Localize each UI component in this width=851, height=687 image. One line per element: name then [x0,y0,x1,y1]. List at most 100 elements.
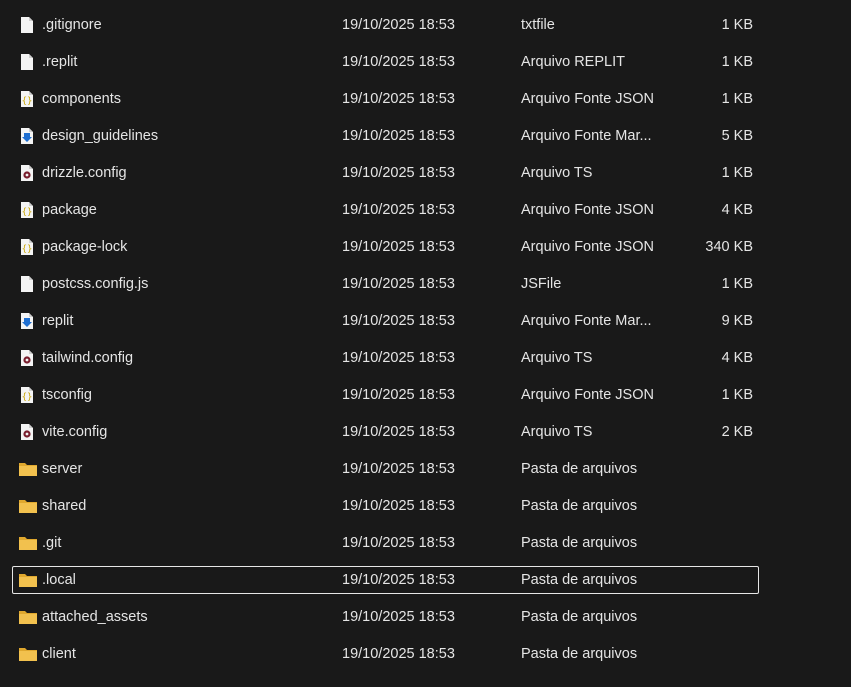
file-type: txtfile [521,17,555,33]
file-date-modified: 19/10/2025 18:53 [342,646,455,662]
file-size [663,493,753,519]
file-date-modified: 19/10/2025 18:53 [342,239,455,255]
file-name: drizzle.config [42,165,127,181]
file-list: .gitignore 19/10/2025 18:53 txtfile 1 KB .re… [0,0,851,687]
file-type: Arquivo TS [521,424,593,440]
file-size: 1 KB [721,387,753,403]
file-row[interactable]: {} components 19/10/2025 18:53 Arquivo Font… [12,85,759,113]
json-file-icon: {} [18,238,36,256]
file-date-modified: 19/10/2025 18:53 [342,313,455,329]
file-type: JSFile [521,276,562,292]
file-size: 9 KB [721,313,753,329]
file-size: 5 KB [721,128,753,144]
json-file-icon: {} [18,386,36,404]
file-size: 4 KB [721,350,753,366]
file-name: attached_assets [42,609,148,625]
file-row[interactable]: {} package 19/10/2025 18:53 Arquivo Fonte J… [12,196,759,224]
file-type: Arquivo Fonte JSON [521,239,654,255]
file-name: .local [42,572,76,588]
folder-icon [18,571,37,589]
folder-icon [18,645,37,663]
svg-text:{}: {} [22,208,33,218]
file-type: Pasta de arquivos [521,461,638,477]
file-name: .gitignore [42,17,102,33]
file-name: replit [42,313,74,329]
file-date-modified: 19/10/2025 18:53 [342,128,455,144]
json-file-icon: {} [18,90,36,108]
file-type: Arquivo TS [521,165,593,181]
svg-text:{}: {} [22,97,33,107]
file-date-modified: 19/10/2025 18:53 [342,17,455,33]
file-name: package [42,202,97,218]
file-date-modified: 19/10/2025 18:53 [342,91,455,107]
folder-icon [18,497,37,515]
ts-file-icon [18,423,36,441]
file-row[interactable]: postcss.config.js 19/10/2025 18:53 JSFile 1… [12,270,759,298]
file-type: Arquivo Fonte Mar... [521,313,652,329]
file-row[interactable]: replit 19/10/2025 18:53 Arquivo Fonte Mar.… [12,307,759,335]
file-size [663,567,753,593]
file-type: Pasta de arquivos [521,572,638,588]
json-file-icon: {} [18,201,36,219]
file-date-modified: 19/10/2025 18:53 [342,609,455,625]
file-date-modified: 19/10/2025 18:53 [342,350,455,366]
file-date-modified: 19/10/2025 18:53 [342,202,455,218]
file-size: 1 KB [721,91,753,107]
file-date-modified: 19/10/2025 18:53 [342,276,455,292]
file-row[interactable]: drizzle.config 19/10/2025 18:53 Arquivo TS… [12,159,759,187]
file-size: 2 KB [721,424,753,440]
file-name: package-lock [42,239,128,255]
file-size [663,641,753,667]
file-name: design_guidelines [42,128,159,144]
file-date-modified: 19/10/2025 18:53 [342,387,455,403]
file-type: Arquivo TS [521,350,593,366]
file-type: Pasta de arquivos [521,498,638,514]
folder-icon [18,534,37,552]
file-date-modified: 19/10/2025 18:53 [342,461,455,477]
file-size: 1 KB [721,17,753,33]
file-date-modified: 19/10/2025 18:53 [342,424,455,440]
svg-text:{}: {} [22,245,33,255]
folder-icon [18,608,37,626]
file-name: .git [42,535,62,551]
file-row[interactable]: .gitignore 19/10/2025 18:53 txtfile 1 KB [12,11,759,39]
file-size [663,530,753,556]
ts-file-icon [18,349,36,367]
file-row[interactable]: server 19/10/2025 18:53 Pasta de arquivos [12,455,759,483]
file-name: vite.config [42,424,108,440]
generic-file-icon [18,275,36,293]
file-size: 4 KB [721,202,753,218]
file-row[interactable]: vite.config 19/10/2025 18:53 Arquivo TS 2 K… [12,418,759,446]
file-row[interactable]: design_guidelines 19/10/2025 18:53 Arquivo… [12,122,759,150]
generic-file-icon [18,16,36,34]
file-size: 1 KB [721,276,753,292]
file-row[interactable]: .local 19/10/2025 18:53 Pasta de arquivos [12,566,759,594]
file-name: tsconfig [42,387,92,403]
svg-text:{}: {} [22,393,33,403]
file-row[interactable]: client 19/10/2025 18:53 Pasta de arquivos [12,640,759,668]
file-row[interactable]: {} tsconfig 19/10/2025 18:53 Arquivo Fonte … [12,381,759,409]
file-name: server [42,461,83,477]
file-type: Arquivo Fonte JSON [521,202,654,218]
file-type: Arquivo Fonte JSON [521,387,654,403]
file-row[interactable]: {} package-lock 19/10/2025 18:53 Arquivo Fo… [12,233,759,261]
file-name: components [42,91,121,107]
file-type: Arquivo Fonte Mar... [521,128,652,144]
file-size: 340 KB [705,239,753,255]
file-size: 1 KB [721,165,753,181]
file-row[interactable]: attached_assets 19/10/2025 18:53 Pasta de … [12,603,759,631]
file-name: .replit [42,54,78,70]
file-type: Arquivo Fonte JSON [521,91,654,107]
markdown-file-icon [18,127,36,145]
file-name: tailwind.config [42,350,134,366]
file-date-modified: 19/10/2025 18:53 [342,535,455,551]
file-row[interactable]: tailwind.config 19/10/2025 18:53 Arquivo T… [12,344,759,372]
file-row[interactable]: .replit 19/10/2025 18:53 Arquivo REPLIT 1 K… [12,48,759,76]
file-date-modified: 19/10/2025 18:53 [342,572,455,588]
file-type: Pasta de arquivos [521,535,638,551]
file-type: Arquivo REPLIT [521,54,625,70]
file-size [663,604,753,630]
file-name: postcss.config.js [42,276,149,292]
file-row[interactable]: .git 19/10/2025 18:53 Pasta de arquivos [12,529,759,557]
file-row[interactable]: shared 19/10/2025 18:53 Pasta de arquivos [12,492,759,520]
